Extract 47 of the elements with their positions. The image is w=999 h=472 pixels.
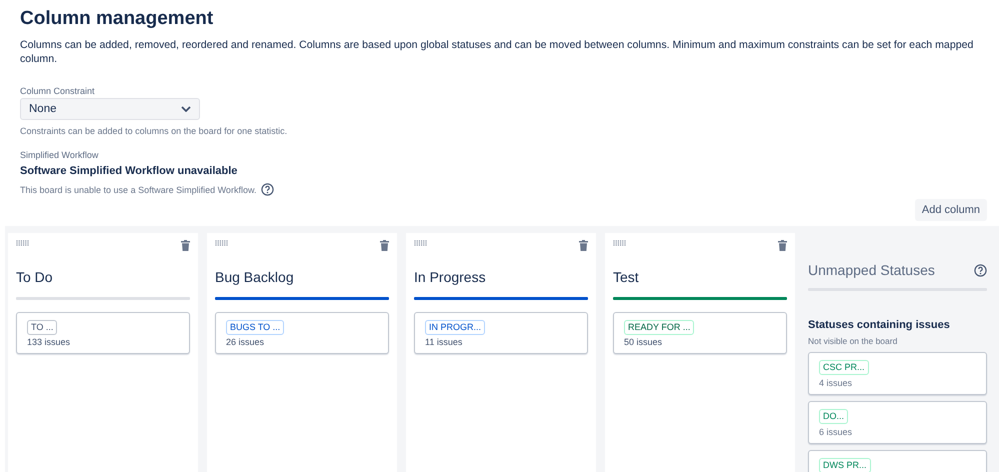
trash-icon[interactable] [181, 240, 190, 251]
status-card[interactable]: IN PROGR... 11 issues [414, 312, 588, 354]
status-card[interactable]: DWS PR... [808, 450, 987, 472]
drag-handle-icon[interactable] [414, 240, 427, 246]
section-hint: Not visible on the board [808, 336, 898, 346]
help-icon[interactable] [974, 264, 987, 276]
status-card[interactable]: CSC PR... 4 issues [808, 352, 987, 395]
constraint-dropdown[interactable]: None [20, 98, 200, 120]
constraint-help-text: Constraints can be added to columns on the board for one statistic. [20, 126, 288, 136]
status-card[interactable]: BUGS TO ... 26 issues [215, 312, 389, 354]
page-description: Columns can be added, removed, reordered and renamed. Columns are based upon global statuses and can be moved between columns. Minimum and maximum constraints can be set for each mapped column. [20, 38, 974, 66]
issue-count: 133 issues [27, 337, 70, 347]
field-label: Simplified Workflow [20, 150, 100, 160]
status-lozenge: CSC PR... [819, 360, 869, 375]
issue-count: 50 issues [624, 337, 662, 347]
status-lozenge: READY FOR ... [624, 320, 694, 335]
help-icon[interactable] [261, 183, 274, 196]
section-title: Statuses containing issues [808, 319, 951, 331]
issue-count: 26 issues [226, 337, 264, 347]
status-card[interactable]: TO ... 133 issues [16, 312, 190, 354]
trash-icon[interactable] [778, 240, 787, 251]
drag-handle-icon[interactable] [215, 240, 228, 246]
field-label: Column Constraint [20, 86, 96, 96]
status-lozenge: BUGS TO ... [226, 320, 284, 335]
drag-handle-icon[interactable] [16, 240, 29, 246]
workflow-status: Software Simplified Workflow unavailable [20, 165, 238, 177]
issue-count: 6 issues [819, 427, 852, 437]
column-title[interactable]: To Do [16, 268, 190, 286]
drag-handle-icon[interactable] [613, 240, 626, 246]
workflow-help-text: This board is unable to use a Software Simplified Workflow. [20, 184, 256, 194]
status-lozenge: TO ... [27, 320, 58, 335]
status-card[interactable]: DO... 6 issues [808, 401, 987, 444]
status-lozenge: DWS PR... [819, 458, 871, 472]
page-title: Column management [20, 8, 214, 30]
column-title[interactable]: Test [613, 268, 787, 286]
status-lozenge: IN PROGR... [425, 320, 486, 335]
issue-count: 11 issues [425, 337, 462, 347]
status-lozenge: DO... [819, 409, 848, 424]
trash-icon[interactable] [380, 240, 389, 251]
trash-icon[interactable] [579, 240, 588, 251]
unmapped-title: Unmapped Statuses [808, 262, 935, 278]
add-column-button[interactable]: Add column [914, 199, 987, 221]
column-title[interactable]: Bug Backlog [215, 268, 389, 286]
column-title[interactable]: In Progress [414, 268, 588, 286]
issue-count: 4 issues [819, 378, 852, 388]
status-card[interactable]: READY FOR ... 50 issues [613, 312, 787, 354]
chevron-down-icon [181, 106, 191, 112]
